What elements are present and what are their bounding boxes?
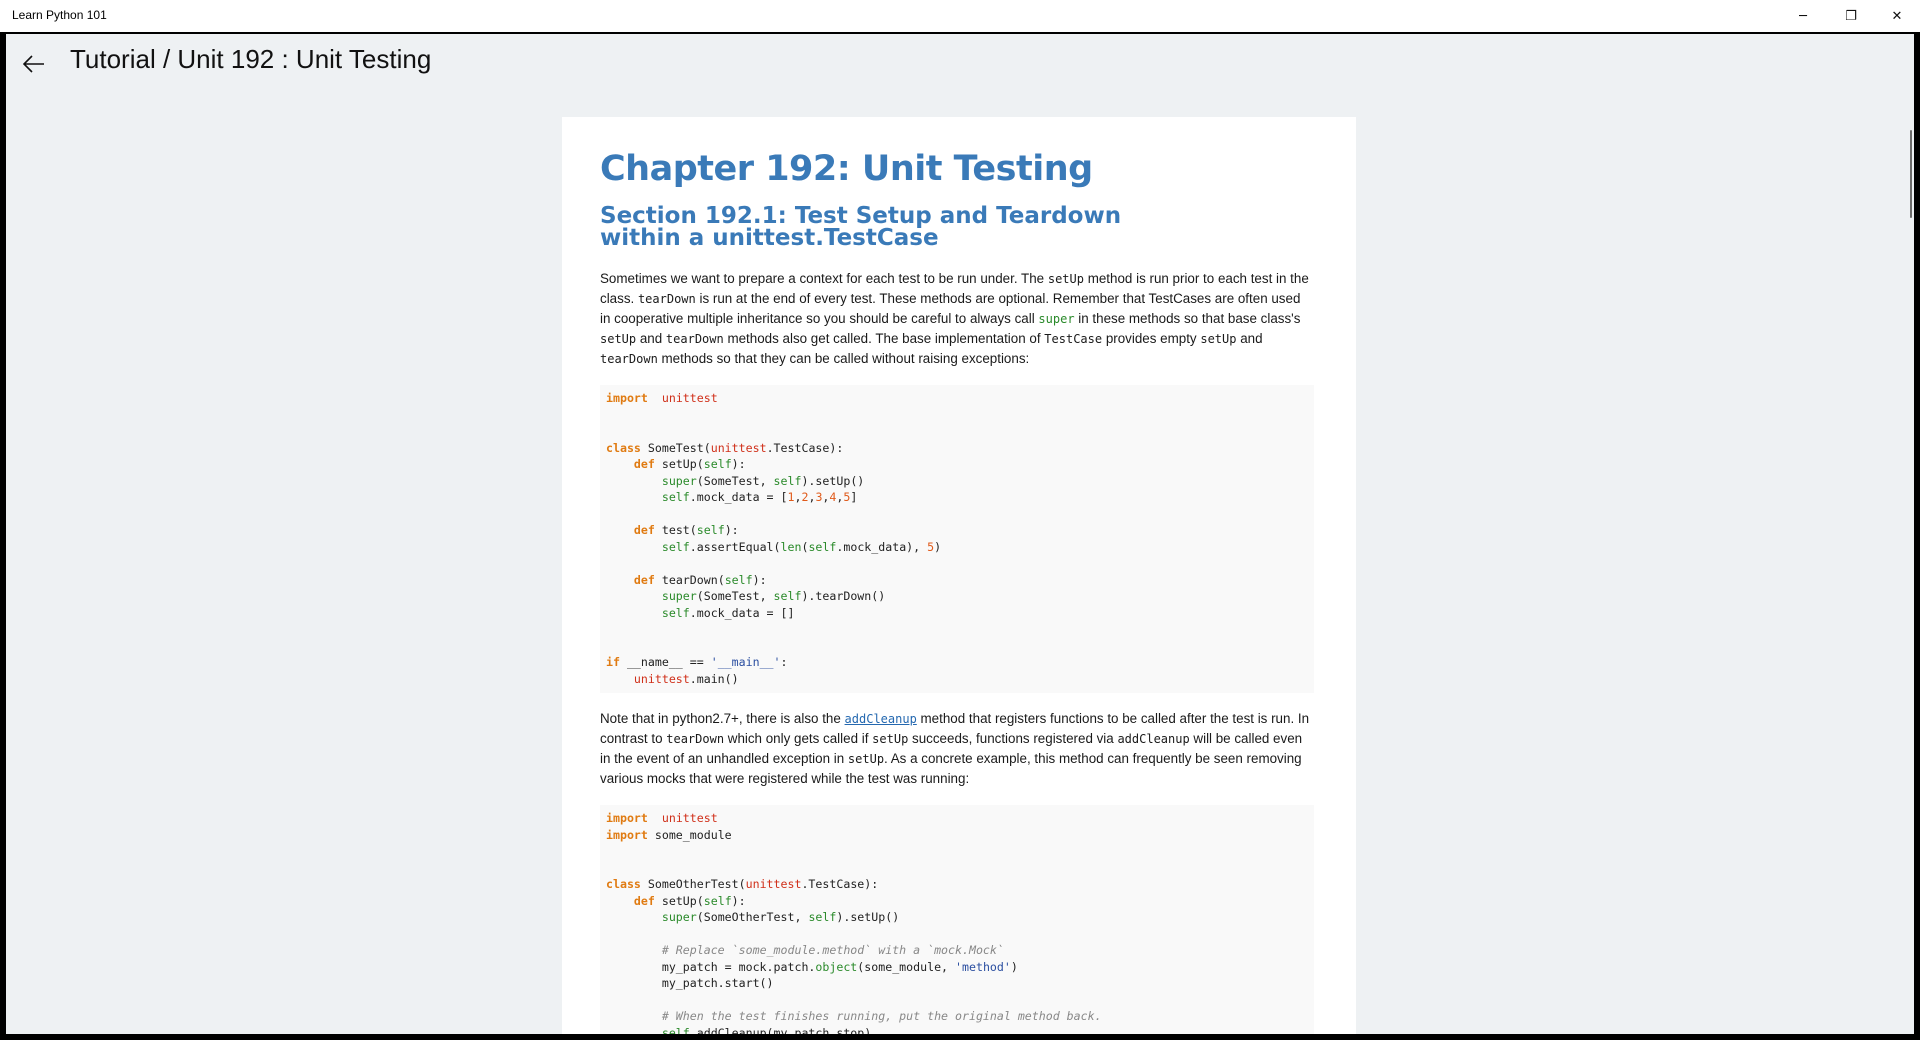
addcleanup-link[interactable]: addCleanup — [845, 712, 917, 726]
code-line: super(SomeOtherTest, self).setUp() — [661, 910, 900, 924]
section-title: Section 192.1: Test Setup and Teardown w… — [600, 203, 1122, 251]
minimize-icon: ─ — [1799, 8, 1807, 24]
app-window: Learn Python 101 ─ ❐ ✕ Tutorial / Unit 1… — [0, 0, 1920, 1040]
code-line: import unittest — [606, 811, 718, 825]
article-card[interactable]: Chapter 192: Unit Testing Section 192.1:… — [562, 117, 1356, 1034]
code-line: def tearDown(self): — [633, 572, 767, 587]
paragraph-intro: Sometimes we want to prepare a context f… — [600, 271, 1309, 366]
code-line: my_patch.start() — [606, 976, 774, 990]
code-line: ​ — [606, 638, 1308, 655]
code-line: self.assertEqual(len(self.mock_data), 5) — [661, 539, 942, 554]
code-line: def setUp(self): — [633, 893, 746, 908]
arrow-left-icon — [23, 55, 44, 73]
code-line: super(SomeTest, self).setUp() — [661, 473, 865, 488]
code-line: class SomeTest(unittest.TestCase): — [606, 440, 844, 455]
app-content: Tutorial / Unit 192 : Unit Testing Chapt… — [6, 34, 1914, 1034]
code-line: unittest.main() — [633, 671, 739, 686]
code-line: ​ — [606, 423, 1308, 440]
code-line: # Replace `some_module.method` with a `m… — [661, 943, 1004, 957]
chapter-title: Chapter 192: Unit Testing — [600, 149, 1093, 189]
code-line: self.mock_data = [] — [661, 605, 795, 620]
maximize-button[interactable]: ❐ — [1828, 0, 1874, 32]
code-line: def test(self): — [633, 523, 739, 537]
code-line: self.addCleanup(my_patch.stop) — [661, 1025, 872, 1035]
code-line: if __name__ == '__main__': — [606, 655, 788, 669]
code-line: ​ — [606, 555, 1308, 572]
code-line: def setUp(self): — [633, 457, 746, 471]
minimize-button[interactable]: ─ — [1780, 0, 1826, 32]
close-icon: ✕ — [1891, 8, 1903, 24]
code-line: class SomeOtherTest(unittest.TestCase): — [606, 877, 879, 891]
code-line: ​ — [606, 621, 1308, 638]
code-block-setup-teardown: import unittest​​class SomeTest(unittest… — [600, 385, 1314, 693]
paragraph-addcleanup: Note that in python2.7+, there is also t… — [600, 711, 1310, 786]
code-line: # When the test finishes running, put th… — [661, 1009, 1102, 1023]
code-line: my_patch = mock.patch.object(some_module… — [606, 959, 1018, 974]
page-title: Tutorial / Unit 192 : Unit Testing — [70, 44, 432, 74]
scrollbar-thumb[interactable] — [1910, 130, 1912, 218]
code-line: self.mock_data = [1,2,3,4,5] — [661, 490, 858, 504]
code-line: ​ — [606, 506, 1308, 523]
code-line: ​ — [606, 843, 1308, 860]
code-line: super(SomeTest, self).tearDown() — [661, 589, 886, 603]
back-button[interactable] — [18, 48, 50, 80]
code-line: ​ — [606, 407, 1308, 424]
close-button[interactable]: ✕ — [1874, 0, 1920, 32]
code-line: import unittest — [606, 391, 718, 405]
code-line: ​ — [606, 992, 1308, 1009]
code-line: ​ — [606, 860, 1308, 877]
code-line: ​ — [606, 926, 1308, 943]
code-line: import some_module — [606, 827, 732, 842]
window-title: Learn Python 101 — [12, 8, 107, 22]
title-bar: Learn Python 101 ─ ❐ ✕ — [0, 0, 1920, 32]
code-block-addcleanup: import unittestimport some_module​​class… — [600, 805, 1314, 1034]
restore-icon: ❐ — [1845, 8, 1857, 24]
article-body: Chapter 192: Unit Testing Section 192.1:… — [600, 147, 1314, 1034]
